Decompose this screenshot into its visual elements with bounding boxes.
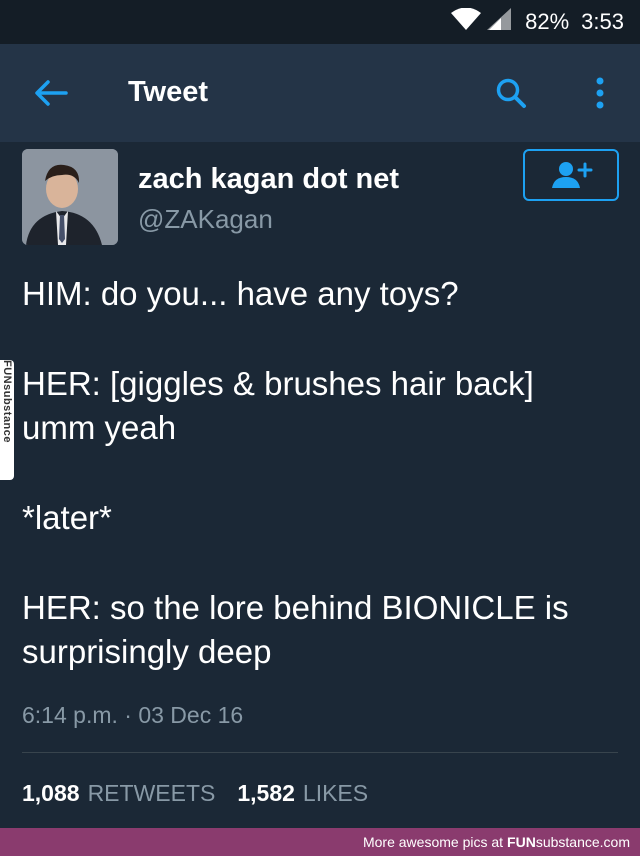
footer-brand: FUN (507, 834, 536, 850)
tweet-text: HIM: do you... have any toys? HER: [gigg… (22, 272, 612, 674)
tweet-line: *later* (22, 499, 112, 536)
tweet-line: HER: [giggles & brushes hair back] umm y… (22, 365, 534, 446)
tweet-line: HIM: do you... have any toys? (22, 275, 459, 312)
watermark-text: FUNsubstance (1, 360, 13, 444)
divider (22, 752, 618, 753)
likes-label[interactable]: LIKES (303, 780, 368, 807)
retweets-label[interactable]: RETWEETS (88, 780, 216, 807)
footer-text: More awesome pics at (362, 834, 504, 850)
signal-icon (487, 8, 512, 36)
add-user-icon (552, 162, 593, 188)
watermark-tab: FUNsubstance (0, 360, 14, 480)
author-display-name[interactable]: zach kagan dot net (138, 163, 399, 196)
battery-level: 82% (525, 9, 570, 34)
footer-banner: More awesome pics at FUN substance.com (0, 828, 640, 856)
more-options-button[interactable] (584, 72, 616, 114)
tweet-stats: 1,088 RETWEETS 1,582 LIKES (22, 780, 390, 807)
arrow-left-icon (35, 80, 68, 106)
page-title: Tweet (128, 76, 209, 108)
status-bar: 82% 3:53 (0, 0, 640, 44)
avatar[interactable] (22, 149, 118, 245)
search-button[interactable] (490, 72, 532, 114)
footer-brand-domain: substance.com (535, 834, 630, 850)
search-icon (496, 78, 526, 108)
tweet-line: HER: so the lore behind BIONICLE is surp… (22, 589, 569, 670)
author-handle[interactable]: @ZAKagan (138, 204, 273, 235)
more-vertical-icon (596, 77, 604, 109)
app-bar: Tweet (0, 44, 640, 142)
clock: 3:53 (581, 9, 624, 34)
wifi-icon (451, 7, 482, 36)
tweet-timestamp: 6:14 p.m. · 03 Dec 16 (22, 702, 244, 728)
follow-button[interactable] (523, 149, 619, 201)
back-button[interactable] (30, 72, 72, 114)
retweets-count[interactable]: 1,088 (22, 780, 80, 807)
likes-count[interactable]: 1,582 (237, 780, 295, 807)
